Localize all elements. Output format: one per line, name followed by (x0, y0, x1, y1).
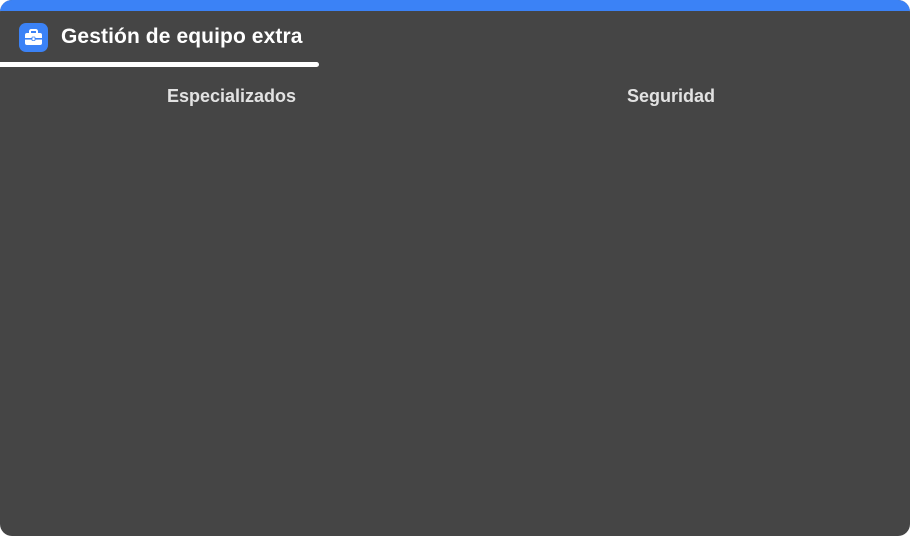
panel-title: Gestión de equipo extra (61, 25, 303, 48)
tab-especializados[interactable]: Especializados (167, 86, 296, 107)
tab-content-area (0, 120, 910, 536)
equipment-panel: Gestión de equipo extra Especializados S… (0, 0, 910, 536)
accent-bar (0, 0, 910, 11)
briefcase-icon (19, 22, 48, 52)
title-underline (0, 62, 319, 67)
tab-seguridad[interactable]: Seguridad (627, 86, 715, 107)
briefcase-icon-glyph (25, 28, 42, 45)
panel-header: Gestión de equipo extra (19, 22, 303, 52)
category-tabs: Especializados Seguridad (0, 86, 910, 112)
